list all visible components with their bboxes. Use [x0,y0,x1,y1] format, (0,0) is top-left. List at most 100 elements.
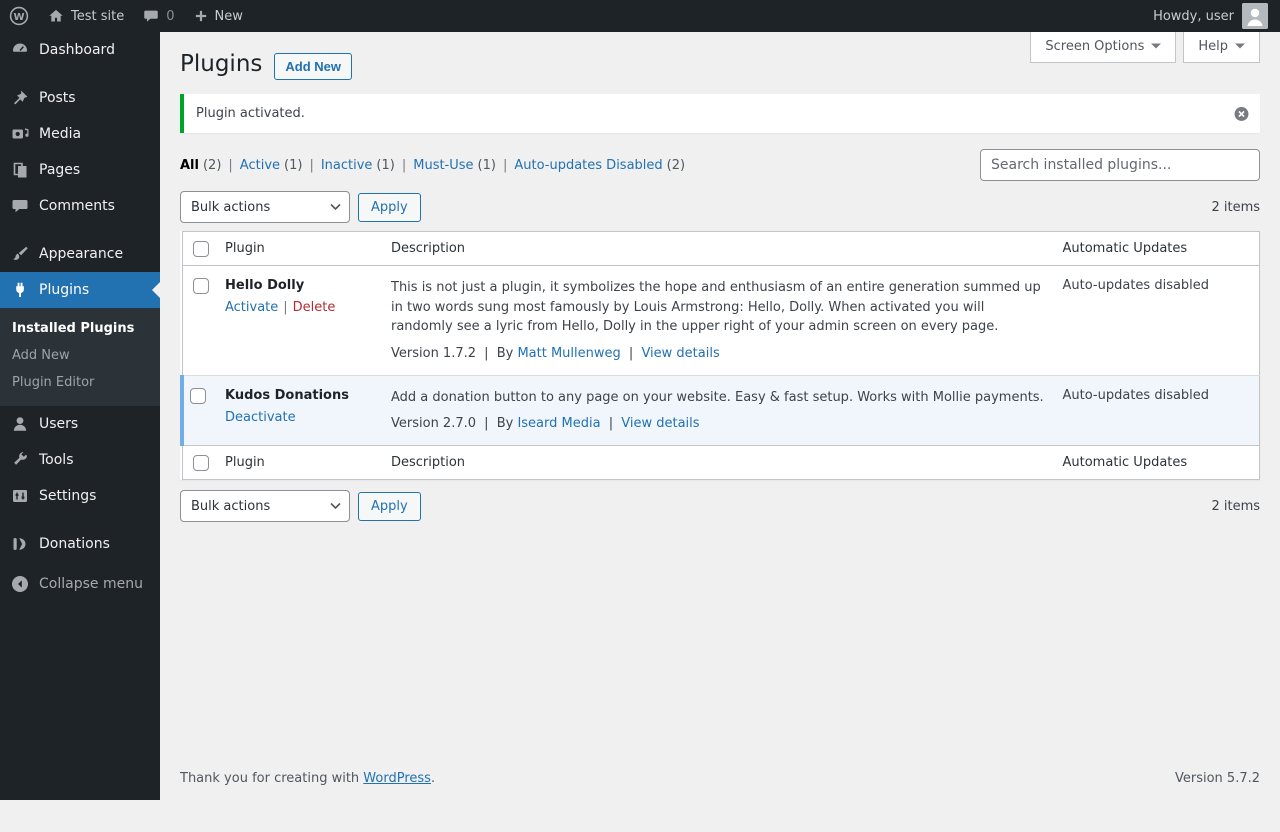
filter-count: (2) [203,158,221,173]
submenu-plugin-editor[interactable]: Plugin Editor [0,369,160,396]
search-input[interactable] [980,149,1260,181]
dismiss-notice-button[interactable] [1233,105,1250,122]
filter-count: (1) [478,158,496,173]
content-area: Screen Options Help Plugins Add New Plug… [160,32,1280,800]
sidebar-item-posts[interactable]: Posts [0,80,160,116]
filter-count: (1) [284,158,302,173]
footer-thanks-text: Thank you for creating with [180,771,359,786]
sidebar-item-label: Donations [39,536,110,552]
filter-inactive-link[interactable]: Inactive [321,158,373,173]
chevron-down-icon [1235,39,1245,54]
author-link[interactable]: Iseard Media [517,416,600,431]
sidebar-item-media[interactable]: Media [0,116,160,152]
sidebar-item-collapse-menu[interactable]: Collapse menu [0,566,160,602]
footer-version: Version 5.7.2 [1175,771,1260,786]
help-button[interactable]: Help [1183,32,1260,63]
auto-updates-status: Auto-updates disabled [1055,266,1260,376]
comments-link[interactable]: 0 [133,0,183,32]
deactivate-link[interactable]: Deactivate [225,410,296,425]
filter-active: Active (1) | [240,158,321,173]
new-content-button[interactable]: New [184,0,252,32]
sidebar-item-label: Settings [39,488,96,504]
pages-icon [10,160,30,180]
sidebar-item-tools[interactable]: Tools [0,442,160,478]
comment-count: 0 [166,9,174,24]
sidebar-item-settings[interactable]: Settings [0,478,160,514]
wordpress-link[interactable]: WordPress [363,771,431,786]
bulk-actions-select[interactable]: Bulk actions [180,490,350,522]
sidebar-item-label: Plugins [39,282,89,298]
select-all-checkbox[interactable] [193,241,209,257]
auto-updates-status: Auto-updates disabled [1055,375,1260,446]
by-label: By [497,416,514,431]
wordpress-logo-icon: W [9,6,29,26]
admin-footer: Thank you for creating with WordPress. V… [160,759,1280,800]
filter-active-link[interactable]: Active [240,158,280,173]
submenu-installed-plugins[interactable]: Installed Plugins [0,315,160,342]
new-label: New [215,9,243,24]
plugin-name: Kudos Donations [225,388,373,403]
table-footer-row: Plugin Description Automatic Updates [182,446,1260,480]
sidebar-item-plugins[interactable]: Plugins [0,272,160,308]
notice-success: Plugin activated. [180,94,1260,133]
select-all-checkbox[interactable] [193,455,209,471]
admin-bar: W Test site 0 New Howdy, user [0,0,1280,32]
filter-separator: | [309,158,313,173]
activate-link[interactable]: Activate [225,300,278,315]
bulk-actions-select[interactable]: Bulk actions [180,191,350,223]
sidebar-item-comments[interactable]: Comments [0,188,160,224]
column-header-auto-updates: Automatic Updates [1055,446,1260,480]
wordpress-menu-button[interactable]: W [0,0,38,32]
column-header-plugin[interactable]: Plugin [217,232,383,266]
circle-x-icon [1233,110,1250,125]
row-checkbox[interactable] [193,278,209,294]
media-icon [10,124,30,144]
delete-link[interactable]: Delete [293,300,336,315]
sidebar-item-label: Dashboard [39,42,115,58]
home-icon [47,7,65,25]
page-title: Plugins [180,50,262,80]
howdy-text: Howdy, user [1153,9,1234,24]
my-account-button[interactable]: Howdy, user [1141,0,1280,32]
view-details-link[interactable]: View details [641,346,719,361]
apply-button[interactable]: Apply [358,193,421,222]
sidebar-item-label: Comments [39,198,115,214]
sidebar-item-label: Media [39,126,81,142]
apply-button[interactable]: Apply [358,492,421,521]
comments-icon [10,196,30,216]
column-header-plugin[interactable]: Plugin [217,446,383,480]
submenu-label: Installed Plugins [12,321,134,336]
admin-sidebar: Dashboard Posts Media Pages Comments App… [0,32,160,800]
view-details-link[interactable]: View details [621,416,699,431]
collapse-arrow-icon [10,574,30,594]
by-label: By [497,346,514,361]
sidebar-item-dashboard[interactable]: Dashboard [0,32,160,68]
sidebar-item-users[interactable]: Users [0,406,160,442]
screen-options-label: Screen Options [1045,39,1144,54]
screen-options-button[interactable]: Screen Options [1030,32,1176,63]
sidebar-item-appearance[interactable]: Appearance [0,236,160,272]
filter-auto-updates-disabled-link[interactable]: Auto-updates Disabled [514,158,662,173]
filter-all-link[interactable]: All [180,158,199,173]
sidebar-item-pages[interactable]: Pages [0,152,160,188]
site-name-link[interactable]: Test site [38,0,133,32]
sidebar-item-donations[interactable]: Donations [0,526,160,562]
submenu-add-new[interactable]: Add New [0,342,160,369]
wrench-icon [10,450,30,470]
add-new-button[interactable]: Add New [274,53,352,80]
sidebar-item-label: Pages [39,162,80,178]
sidebar-item-label: Appearance [39,246,123,262]
sidebar-item-label: Tools [39,452,74,468]
plugin-version: Version 1.7.2 [391,346,476,361]
plugin-status-filters: All (2) | Active (1) | Inactive (1) | Mu… [180,158,685,173]
sidebar-item-label: Posts [39,90,76,106]
meta-separator: | [484,346,488,361]
submenu-label: Plugin Editor [12,375,94,390]
help-label: Help [1198,39,1228,54]
row-checkbox[interactable] [190,388,206,404]
tablenav-bottom: Bulk actions Apply 2 items [180,490,1260,522]
plugin-description: This is not just a plugin, it symbolizes… [391,278,1045,337]
filter-must-use-link[interactable]: Must-Use [413,158,473,173]
filter-separator: | [503,158,507,173]
author-link[interactable]: Matt Mullenweg [517,346,620,361]
